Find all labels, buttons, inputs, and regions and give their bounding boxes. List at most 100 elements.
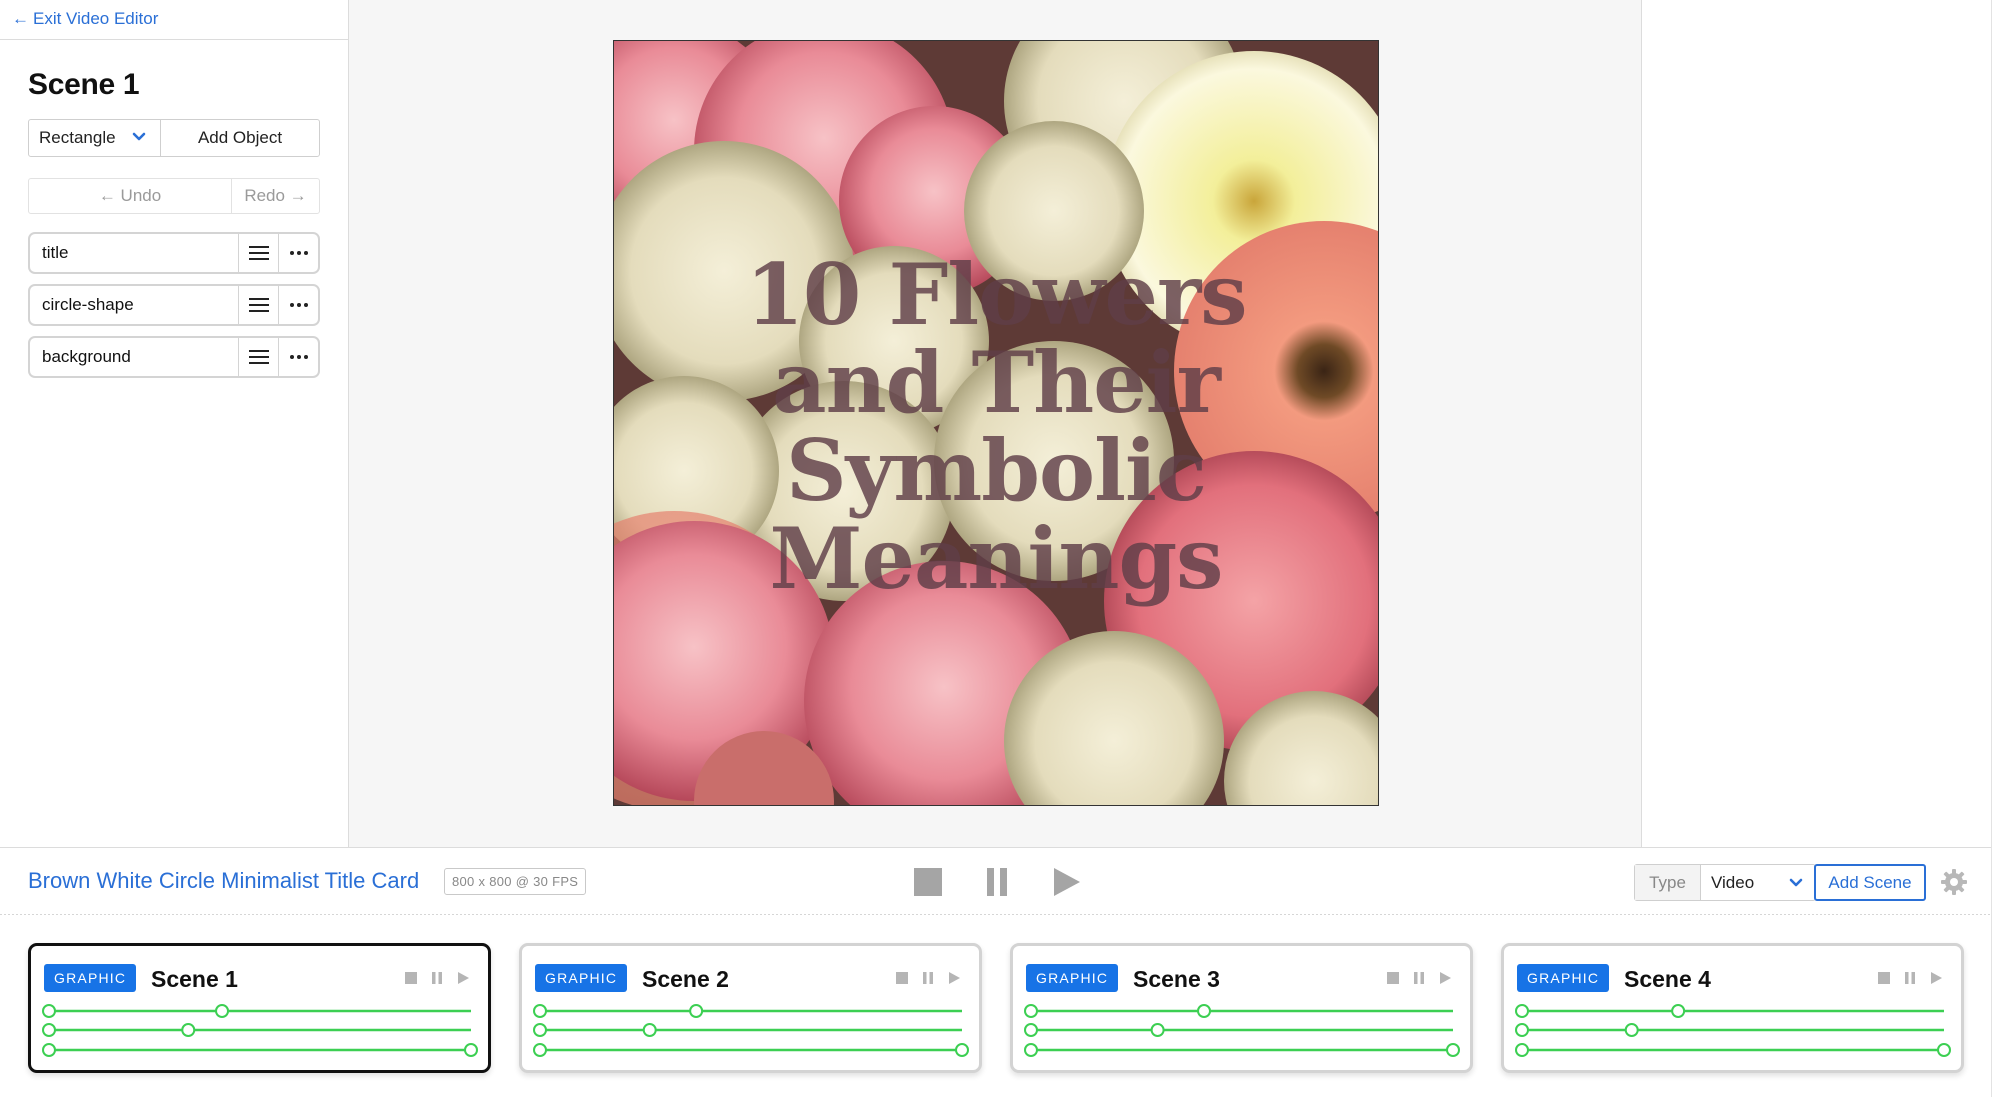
scene-stop-button[interactable] (403, 970, 419, 986)
pause-icon (987, 868, 1007, 896)
scene-stop-button[interactable] (894, 970, 910, 986)
project-title[interactable]: Brown White Circle Minimalist Title Card (28, 868, 419, 894)
scene-type-select[interactable]: Video (1701, 865, 1815, 900)
scene-card[interactable]: GRAPHIC Scene 2 (519, 943, 982, 1073)
resolution-badge: 800 x 800 @ 30 FPS (444, 868, 587, 895)
play-button[interactable] (1046, 864, 1086, 900)
play-icon (949, 972, 960, 984)
track-end-handle[interactable] (464, 1043, 478, 1057)
undo-button[interactable]: ← Undo (29, 179, 232, 213)
title-line: Meanings (769, 509, 1224, 608)
exit-video-editor-link[interactable]: ← Exit Video Editor (12, 9, 158, 29)
layer-name[interactable]: title (30, 234, 238, 272)
track-end-handle[interactable] (642, 1023, 657, 1037)
track-end-handle[interactable] (1624, 1023, 1639, 1037)
scene-pause-button[interactable] (1902, 970, 1918, 986)
layer-more-button[interactable] (278, 286, 318, 324)
properties-panel (1641, 0, 1992, 847)
divider (0, 39, 349, 40)
scene-timeline[interactable] (31, 1001, 488, 1061)
stop-icon (896, 972, 908, 984)
stop-icon (914, 868, 942, 896)
redo-button[interactable]: Redo → (232, 179, 319, 213)
exit-label: Exit Video Editor (33, 9, 159, 28)
more-dots-icon (289, 303, 308, 307)
track-start-handle[interactable] (1515, 1004, 1529, 1018)
track-start-handle[interactable] (42, 1023, 56, 1037)
layer-name[interactable]: background (30, 338, 238, 376)
layer-drag-button[interactable] (238, 234, 278, 272)
scene-card[interactable]: GRAPHIC Scene 1 (28, 943, 491, 1073)
stop-icon (1387, 972, 1399, 984)
scene-play-button[interactable] (455, 970, 471, 986)
track-end-handle[interactable] (955, 1043, 969, 1057)
track-end-handle[interactable] (215, 1004, 230, 1018)
scene-card[interactable]: GRAPHIC Scene 3 (1010, 943, 1473, 1073)
track-end-handle[interactable] (1150, 1023, 1165, 1037)
scene-play-button[interactable] (1437, 970, 1453, 986)
more-dots-icon (289, 355, 308, 359)
track-start-handle[interactable] (42, 1004, 56, 1018)
track-start-handle[interactable] (533, 1023, 547, 1037)
layer-name[interactable]: circle-shape (30, 286, 238, 324)
scene-type-badge: GRAPHIC (535, 964, 628, 992)
scene-card[interactable]: GRAPHIC Scene 4 (1501, 943, 1964, 1073)
shape-type-value: Rectangle (39, 128, 116, 147)
title-line: 10 Flowers (745, 245, 1247, 344)
stop-icon (1878, 972, 1890, 984)
arrow-right-icon: → (284, 186, 307, 205)
play-icon (1054, 868, 1080, 896)
layer-item[interactable]: circle-shape (28, 284, 320, 326)
object-panel: ← Exit Video Editor Scene 1 Rectangle Add… (0, 0, 349, 847)
track-start-handle[interactable] (42, 1043, 56, 1057)
track-end-handle[interactable] (1671, 1004, 1686, 1018)
track-start-handle[interactable] (1024, 1043, 1038, 1057)
scene-type-badge: GRAPHIC (44, 964, 137, 992)
track-start-handle[interactable] (533, 1004, 547, 1018)
redo-label: Redo (244, 186, 285, 205)
scene-play-button[interactable] (946, 970, 962, 986)
video-preview[interactable]: 10 Flowers and Their Symbolic Meanings (613, 40, 1379, 806)
scene-pause-button[interactable] (1411, 970, 1427, 986)
pause-icon (432, 972, 442, 984)
title-text-object[interactable]: 10 Flowers and Their Symbolic Meanings (614, 251, 1378, 603)
track-end-handle[interactable] (1446, 1043, 1460, 1057)
layer-drag-button[interactable] (238, 338, 278, 376)
scene-timeline[interactable] (522, 1001, 979, 1061)
track-start-handle[interactable] (1515, 1023, 1529, 1037)
add-object-button[interactable]: Add Object (161, 120, 319, 156)
layer-more-button[interactable] (278, 338, 318, 376)
scene-play-button[interactable] (1928, 970, 1944, 986)
add-scene-button[interactable]: Add Scene (1814, 864, 1926, 901)
scene-pause-button[interactable] (429, 970, 445, 986)
scene-name: Scene 2 (642, 966, 729, 992)
track-end-handle[interactable] (689, 1004, 704, 1018)
scene-stop-button[interactable] (1876, 970, 1892, 986)
divider (1991, 0, 1992, 1097)
track-start-handle[interactable] (533, 1043, 547, 1057)
layer-drag-button[interactable] (238, 286, 278, 324)
track-start-handle[interactable] (1515, 1043, 1529, 1057)
scene-timeline[interactable] (1504, 1001, 1961, 1061)
divider (0, 847, 1991, 848)
scene-pause-button[interactable] (920, 970, 936, 986)
shape-type-select[interactable]: Rectangle (29, 120, 161, 156)
track-end-handle[interactable] (1197, 1004, 1212, 1018)
pause-button[interactable] (977, 864, 1017, 900)
scene-stop-button[interactable] (1385, 970, 1401, 986)
play-icon (458, 972, 469, 984)
track-end-handle[interactable] (1937, 1043, 1951, 1057)
layer-item[interactable]: background (28, 336, 320, 378)
scene-type-badge: GRAPHIC (1026, 964, 1119, 992)
layer-item[interactable]: title (28, 232, 320, 274)
gear-icon[interactable] (1941, 869, 1967, 895)
track-start-handle[interactable] (1024, 1004, 1038, 1018)
arrow-left-icon: ← (12, 9, 29, 28)
scene-name: Scene 4 (1624, 966, 1711, 992)
stop-button[interactable] (908, 864, 948, 900)
scene-timeline[interactable] (1013, 1001, 1470, 1061)
track-end-handle[interactable] (181, 1023, 196, 1037)
arrow-left-icon: ← (98, 186, 121, 205)
layer-more-button[interactable] (278, 234, 318, 272)
track-start-handle[interactable] (1024, 1023, 1038, 1037)
